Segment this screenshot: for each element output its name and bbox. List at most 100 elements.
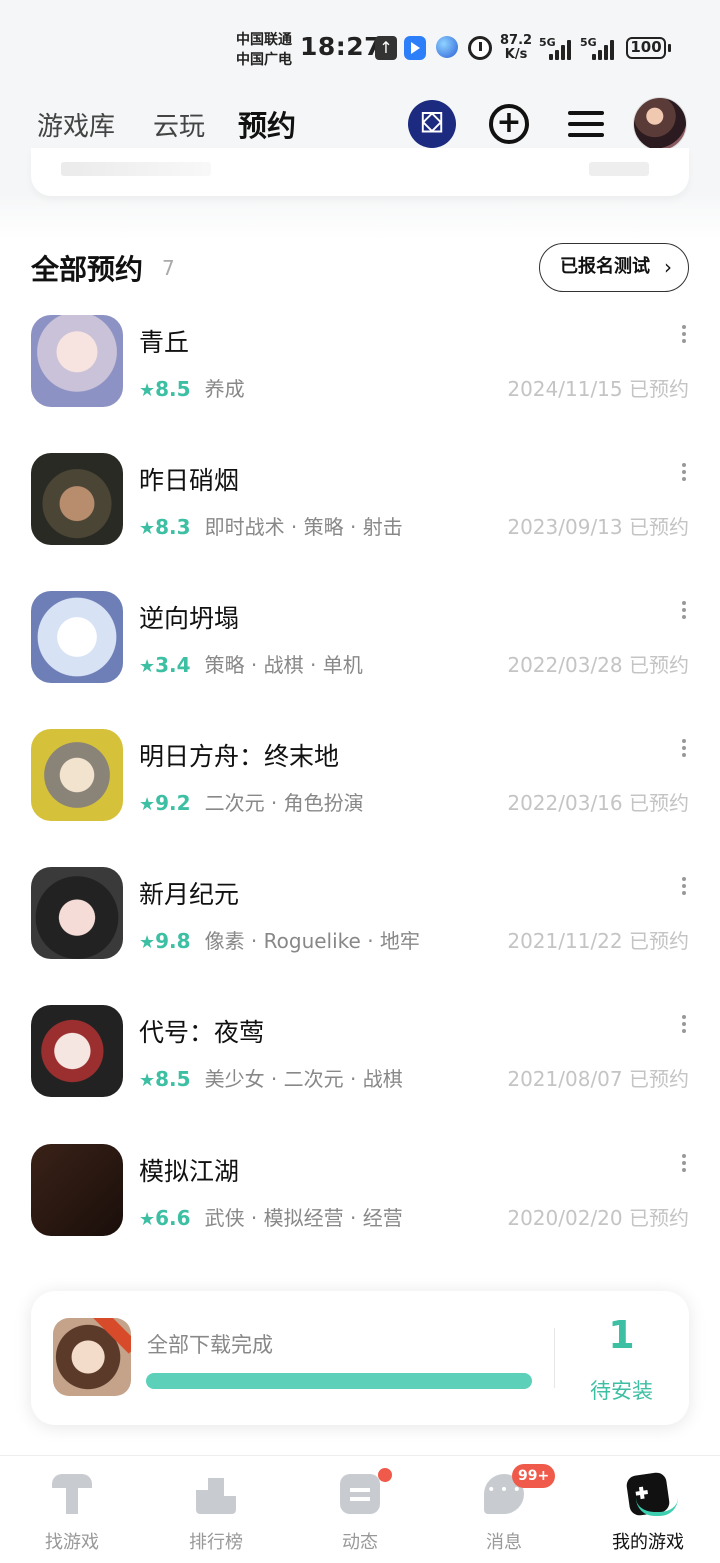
game-name: 青丘 [139,328,190,357]
game-icon [31,729,123,821]
plus-circle-icon: + [489,104,529,144]
signal-1-icon [549,40,573,60]
reserve-date: 2022/03/28 已预约 [507,653,689,677]
game-icon [31,1005,123,1097]
carrier-1: 中国联通 [236,32,292,48]
game-meta: ★8.5 养成 [139,373,245,402]
section-count: 7 [162,256,175,280]
game-score: 6.6 [155,1206,191,1230]
nav-label: 找游戏 [45,1532,99,1553]
nav-feed[interactable]: 动态 [288,1456,432,1563]
avatar[interactable] [633,97,687,151]
tab-cloud-play[interactable]: 云玩 [153,106,205,143]
star-icon: ★ [139,656,156,677]
list-item[interactable]: 昨日硝烟 ★8.3 即时战术 · 策略 · 射击 2023/09/13 已预约 [0,453,720,591]
more-options-icon[interactable] [680,325,688,347]
game-meta: ★9.8 像素 · Roguelike · 地牢 [139,925,420,954]
game-score: 9.2 [155,791,191,815]
signal-2-icon [592,40,616,60]
game-name: 明日方舟：终末地 [139,742,340,771]
section-title: 全部预约 [31,253,144,286]
game-meta: ★6.6 武侠 · 模拟经营 · 经营 [139,1202,403,1231]
game-tags: 策略 · 战棋 · 单机 [204,653,363,677]
network-speed: 87.2 K/s [500,34,532,62]
carrier-2: 中国广电 [236,52,292,68]
scrolled-card-fragment[interactable] [31,148,689,196]
more-options-icon[interactable] [680,463,688,485]
menu-button[interactable] [562,100,610,148]
list-item[interactable]: 代号：夜莺 ★8.5 美少女 · 二次元 · 战棋 2021/08/07 已预约 [0,1005,720,1143]
game-tags: 养成 [204,377,245,401]
star-icon: ★ [139,518,156,539]
star-icon: ★ [139,932,156,953]
bottom-nav: 找游戏 排行榜 动态 99+ 消息 我的游戏 [0,1455,720,1563]
star-icon: ★ [139,1209,156,1230]
game-icon [31,867,123,959]
more-options-icon[interactable] [680,601,688,623]
reserve-date: 2021/08/07 已预约 [507,1067,689,1091]
nav-label: 排行榜 [189,1532,243,1553]
speed-value: 87.2 [500,33,533,48]
nav-messages[interactable]: 99+ 消息 [432,1456,576,1563]
more-options-icon[interactable] [680,1015,688,1037]
download-status-label: 全部下载完成 [147,1333,273,1357]
more-options-icon[interactable] [680,877,688,899]
pending-install-label: 待安装 [590,1379,653,1403]
game-tags: 武侠 · 模拟经营 · 经营 [204,1206,403,1230]
game-score: 8.5 [155,377,191,401]
alarm-icon [468,36,492,60]
game-score: 9.8 [155,929,191,953]
registered-beta-button[interactable]: 已报名测试 › [539,243,689,292]
battery-indicator: 100 [626,37,671,59]
gift-icon: ⛋ [408,100,456,148]
feed-icon [340,1474,380,1514]
tab-reservations[interactable]: 预约 [238,103,296,145]
game-icon [31,315,123,407]
gift-button[interactable]: ⛋ [408,100,456,148]
game-tags: 二次元 · 角色扮演 [204,791,364,815]
game-icon [31,1144,123,1236]
game-name: 新月纪元 [139,880,240,909]
notification-dot [378,1468,392,1482]
pending-install-count: 1 [608,1313,635,1357]
nav-label: 动态 [342,1532,378,1553]
upload-icon: ↑ [375,36,397,60]
game-name: 逆向坍塌 [139,604,240,633]
game-icon [31,453,123,545]
game-tags: 像素 · Roguelike · 地牢 [204,929,420,953]
list-item[interactable]: 新月纪元 ★9.8 像素 · Roguelike · 地牢 2021/11/22 … [0,867,720,1005]
chevron-right-icon: › [664,255,672,279]
list-item[interactable]: 明日方舟：终末地 ★9.2 二次元 · 角色扮演 2022/03/16 已预约 [0,729,720,867]
game-tags: 即时战术 · 策略 · 射击 [204,515,403,539]
list-item[interactable]: 逆向坍塌 ★3.4 策略 · 战棋 · 单机 2022/03/28 已预约 [0,591,720,729]
nav-find-games[interactable]: 找游戏 [0,1456,144,1563]
game-icon [31,591,123,683]
star-icon: ★ [139,380,156,401]
game-score: 3.4 [155,653,191,677]
find-games-icon [52,1474,92,1514]
game-meta: ★3.4 策略 · 战棋 · 单机 [139,649,363,678]
more-options-icon[interactable] [680,1154,688,1176]
tab-game-library[interactable]: 游戏库 [37,106,115,143]
list-item[interactable]: 模拟江湖 ★6.6 武侠 · 模拟经营 · 经营 2020/02/20 已预约 [0,1144,720,1282]
status-time: 18:27 [300,32,383,61]
game-name: 昨日硝烟 [139,466,240,495]
add-button[interactable]: + [485,100,533,148]
nav-my-games[interactable]: 我的游戏 [576,1456,720,1563]
status-bar: 中国联通 中国广电 18:27 ↑ 87.2 K/s 5G 5G 100 [0,0,720,90]
reserve-date: 2022/03/16 已预约 [507,791,689,815]
more-options-icon[interactable] [680,739,688,761]
game-tags: 美少女 · 二次元 · 战棋 [204,1067,403,1091]
star-icon: ★ [139,1070,156,1091]
download-progress-bar [146,1373,532,1389]
nav-label: 我的游戏 [612,1532,684,1553]
browser-notification-icon [436,36,458,58]
app-notification-icon [404,36,426,60]
download-status-card[interactable]: 全部下载完成 1 待安装 [31,1291,689,1425]
game-name: 模拟江湖 [139,1157,240,1186]
list-item[interactable]: 青丘 ★8.5 养成 2024/11/15 已预约 [0,315,720,453]
nav-rankings[interactable]: 排行榜 [144,1456,288,1563]
menu-icon [568,111,604,115]
reserve-date: 2024/11/15 已预约 [507,377,689,401]
game-score: 8.5 [155,1067,191,1091]
